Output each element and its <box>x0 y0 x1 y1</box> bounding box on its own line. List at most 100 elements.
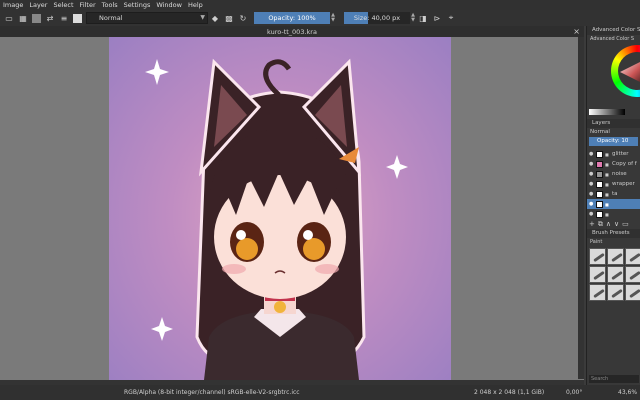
eye-icon[interactable]: ● <box>589 201 594 207</box>
zoom-value[interactable]: 43,6% <box>618 389 637 396</box>
rotation-value[interactable]: 0,00° <box>566 389 582 396</box>
color-docker-title: Advanced Color Se <box>587 26 640 35</box>
eye-icon[interactable]: ● <box>589 151 594 157</box>
brush-preset-grid <box>587 246 640 303</box>
brush-presets-title: Brush Presets <box>587 229 640 238</box>
layer-row-selected[interactable]: ● ■ <box>587 199 640 209</box>
opacity-stepper[interactable]: ▲ ▼ <box>330 13 336 23</box>
eye-icon[interactable]: ● <box>589 181 594 187</box>
brush-preset[interactable] <box>607 248 624 265</box>
move-layer-down-icon[interactable]: ∨ <box>614 220 619 228</box>
document-tab-bar: kuro-tt_003.kra × <box>0 26 584 37</box>
menu-select[interactable]: Select <box>50 0 76 10</box>
brush-tag[interactable]: Paint <box>587 238 640 246</box>
eye-icon[interactable]: ● <box>589 161 594 167</box>
size-slider[interactable]: Size: 40,00 px <box>344 12 410 24</box>
sparkle-icon <box>145 59 169 85</box>
layer-toolbar: + ⧉ ∧ ∨ ▭ <box>587 219 640 229</box>
layer-properties-icon[interactable]: ▭ <box>622 220 629 228</box>
brush-preset[interactable] <box>607 284 624 301</box>
duplicate-layer-icon[interactable]: ⧉ <box>598 220 603 229</box>
mirror-vertical-icon[interactable]: ⊳ <box>432 13 442 23</box>
brush-search-input[interactable]: Search <box>589 375 639 383</box>
menu-settings[interactable]: Settings <box>121 0 154 10</box>
brush-preset[interactable] <box>625 248 640 265</box>
vertical-scrollbar[interactable] <box>578 37 584 379</box>
menu-tools[interactable]: Tools <box>99 0 121 10</box>
document-title[interactable]: kuro-tt_003.kra <box>267 28 317 36</box>
lock-icon[interactable]: ■ <box>605 172 610 177</box>
eye-icon[interactable]: ● <box>589 191 594 197</box>
alpha-lock-icon[interactable]: ▩ <box>224 13 234 23</box>
layer-row[interactable]: ● ■ Copy of f <box>587 159 640 169</box>
brush-preset[interactable] <box>589 266 606 283</box>
gradient-icon[interactable]: ▦ <box>18 13 28 23</box>
brush-settings-icon[interactable]: ≡ <box>59 13 69 23</box>
pattern-swatch[interactable] <box>32 13 41 23</box>
status-bar: RGB/Alpha (8-bit integer/channel) sRGB-e… <box>0 385 640 400</box>
layer-row[interactable]: ● ■ <box>587 209 640 219</box>
folder-icon[interactable]: ▭ <box>4 13 14 23</box>
colorspace-info: RGB/Alpha (8-bit integer/channel) sRGB-e… <box>124 389 300 396</box>
layer-thumbnail <box>596 180 603 188</box>
reload-preset-icon[interactable]: ↻ <box>238 13 248 23</box>
add-layer-icon[interactable]: + <box>589 220 595 228</box>
brush-preset[interactable] <box>589 248 606 265</box>
size-stepper[interactable]: ▲ ▼ <box>410 13 416 23</box>
layer-thumbnail <box>596 200 603 208</box>
layer-row[interactable]: ● ■ wrapper <box>587 179 640 189</box>
layers-docker-title: Layers <box>587 119 640 128</box>
close-icon[interactable]: × <box>573 26 580 37</box>
layer-row[interactable]: ● ■ glitter <box>587 149 640 159</box>
sparkle-icon <box>386 155 408 179</box>
image-dimensions: 2 048 x 2 048 (1,1 GiB) <box>474 389 545 396</box>
layer-thumbnail <box>596 190 603 198</box>
sparkle-icon <box>151 317 173 341</box>
artwork-canvas[interactable] <box>109 37 451 380</box>
menu-window[interactable]: Window <box>153 0 185 10</box>
brush-preset[interactable] <box>625 266 640 283</box>
layer-name: glitter <box>612 151 629 157</box>
eraser-icon[interactable]: ◆ <box>210 13 220 23</box>
lock-icon[interactable]: ■ <box>605 212 610 217</box>
menu-bar: Image Layer Select Filter Tools Settings… <box>0 0 640 10</box>
eye-icon[interactable]: ● <box>589 211 594 217</box>
gray-ramp[interactable] <box>589 109 625 115</box>
menu-help[interactable]: Help <box>185 0 206 10</box>
eye-icon[interactable]: ● <box>589 171 594 177</box>
right-docker: Advanced Color Se Advanced Color S Layer… <box>586 26 640 385</box>
lock-icon[interactable]: ■ <box>605 192 610 197</box>
wrap-around-icon[interactable]: ⌖ <box>446 13 456 23</box>
brush-preset-icon[interactable] <box>73 13 82 23</box>
lock-icon[interactable]: ■ <box>605 182 610 187</box>
canvas-area[interactable] <box>0 37 584 385</box>
lock-icon[interactable]: ■ <box>605 152 610 157</box>
color-selector[interactable] <box>587 43 640 107</box>
layer-thumbnail <box>596 160 603 168</box>
layer-thumbnail <box>596 170 603 178</box>
size-value: Size: 40,00 px <box>353 14 401 22</box>
blend-mode-value: Normal <box>99 14 123 22</box>
layer-blend-mode[interactable]: Normal <box>587 128 640 137</box>
menu-filter[interactable]: Filter <box>77 0 99 10</box>
layer-row[interactable]: ● ■ noise <box>587 169 640 179</box>
color-docker-subtitle: Advanced Color S <box>590 36 635 42</box>
tool-options-bar: ▭ ▦ ⇄ ≡ Normal ▼ ◆ ▩ ↻ Opacity: 100% ▲ ▼ … <box>0 10 640 26</box>
move-layer-up-icon[interactable]: ∧ <box>606 220 611 228</box>
layer-opacity-slider[interactable]: Opacity: 10 <box>589 137 638 146</box>
layer-row[interactable]: ● ■ ta <box>587 189 640 199</box>
mirror-horizontal-icon[interactable]: ◨ <box>418 13 428 23</box>
menu-image[interactable]: Image <box>0 0 26 10</box>
menu-layer[interactable]: Layer <box>26 0 50 10</box>
lock-icon[interactable]: ■ <box>605 202 610 207</box>
layer-name: wrapper <box>612 181 635 187</box>
opacity-slider[interactable]: Opacity: 100% <box>254 12 330 24</box>
blend-mode-select[interactable]: Normal ▼ <box>86 12 208 24</box>
lock-icon[interactable]: ■ <box>605 162 610 167</box>
artwork-illustration <box>145 58 408 380</box>
brush-preset[interactable] <box>625 284 640 301</box>
brush-preset[interactable] <box>589 284 606 301</box>
swap-colors-icon[interactable]: ⇄ <box>45 13 55 23</box>
opacity-value: Opacity: 100% <box>268 14 316 22</box>
brush-preset[interactable] <box>607 266 624 283</box>
